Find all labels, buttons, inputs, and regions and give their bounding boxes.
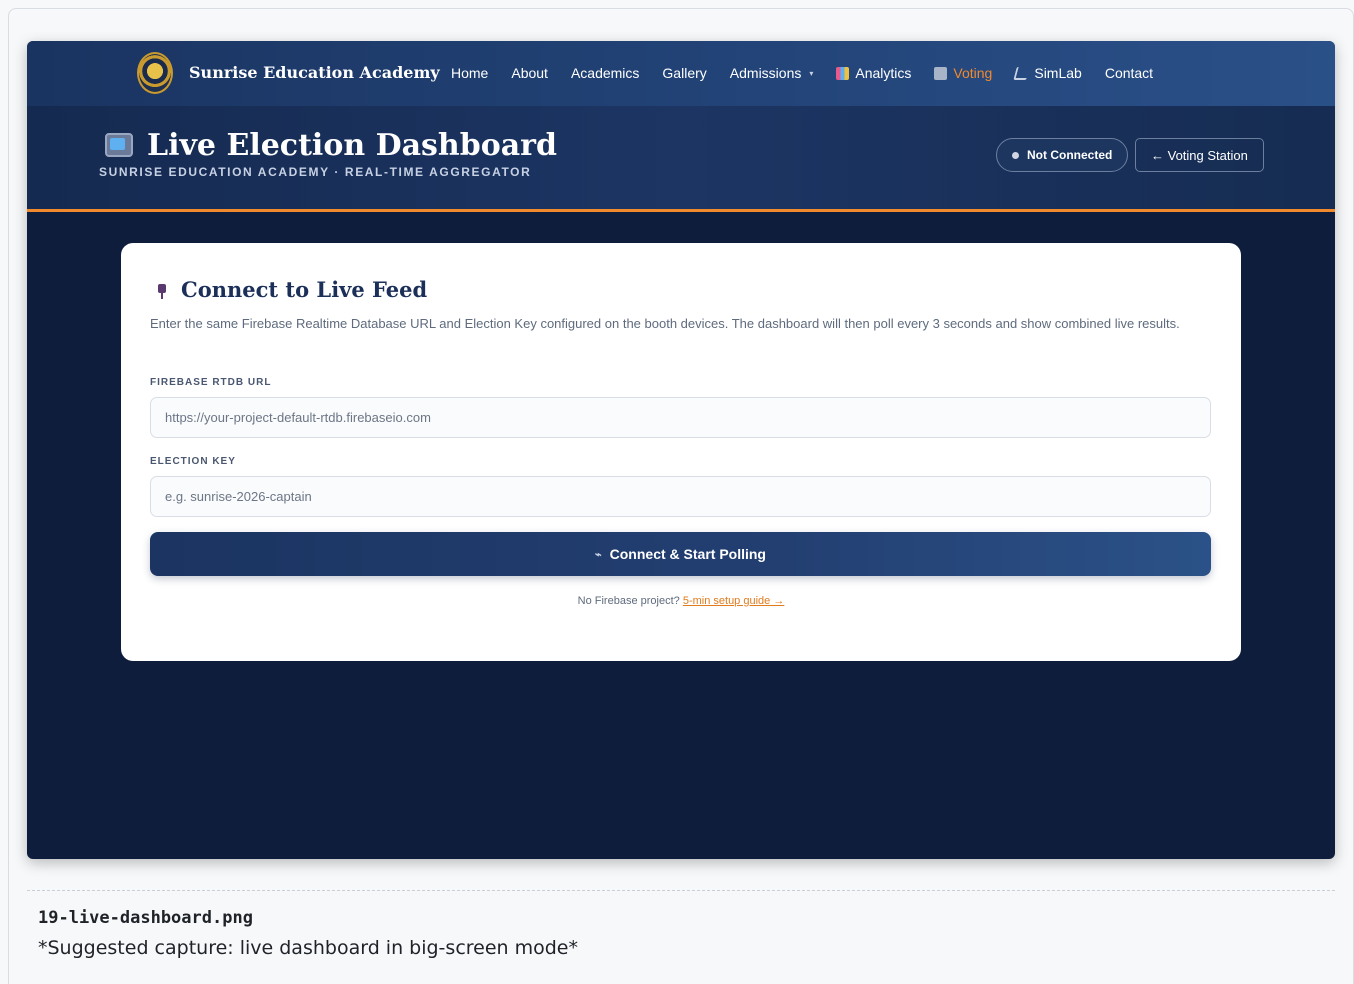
nav-link-about[interactable]: About [511, 65, 548, 81]
status-text: Not Connected [1027, 148, 1113, 162]
firebase-url-label: FIREBASE RTDB URL [150, 377, 272, 388]
nav-link-label: Academics [570, 65, 640, 81]
connect-card: Connect to Live Feed Enter the same Fire… [121, 243, 1241, 661]
nav-link-label: SimLab [1034, 65, 1082, 81]
brand-name[interactable]: Sunrise Education Academy [189, 63, 440, 82]
nav-link-contact[interactable]: Contact [1105, 65, 1153, 81]
nav-link-academics[interactable]: Academics [571, 65, 639, 81]
screenshot-panel: Sunrise Education Academy Home About Aca… [27, 41, 1335, 859]
satellite-icon: ⌁ [595, 548, 602, 561]
nav-link-admissions[interactable]: Admissions ▾ [730, 65, 814, 81]
nav-link-analytics[interactable]: Analytics [836, 65, 911, 81]
image-filename: 19-live-dashboard.png [38, 908, 253, 928]
setup-guide-link[interactable]: 5-min setup guide → [683, 595, 785, 607]
card-title-row: Connect to Live Feed [157, 277, 427, 302]
page-subtitle: SUNRISE EDUCATION ACADEMY · REAL-TIME AG… [99, 165, 532, 179]
connection-status-badge: Not Connected [996, 138, 1129, 172]
nav-link-label: About [511, 65, 548, 81]
nav-link-label: Voting [953, 65, 993, 81]
nav-link-label: Home [451, 65, 489, 81]
election-key-input[interactable] [150, 476, 1211, 517]
page-title: Live Election Dashboard [147, 128, 557, 163]
status-dot-icon [1012, 151, 1019, 159]
firebase-url-input[interactable] [150, 397, 1211, 438]
top-navbar: Sunrise Education Academy Home About Aca… [27, 41, 1335, 106]
card-description: Enter the same Firebase Realtime Databas… [150, 316, 1180, 331]
connect-button[interactable]: ⌁ Connect & Start Polling [150, 532, 1211, 576]
television-icon [105, 133, 133, 157]
voting-station-button[interactable]: ← Voting Station [1135, 138, 1264, 172]
nav-link-home[interactable]: Home [451, 65, 488, 81]
setup-text: No Firebase project? [577, 595, 680, 607]
connect-button-label: Connect & Start Polling [609, 546, 766, 562]
nav-link-simlab[interactable]: SimLab [1013, 65, 1082, 81]
election-key-label: ELECTION KEY [150, 456, 236, 467]
dashboard-header: Live Election Dashboard SUNRISE EDUCATIO… [27, 106, 1335, 212]
bar-chart-icon [836, 66, 850, 80]
nav-link-label: Gallery [662, 65, 707, 81]
chevron-down-icon: ▾ [809, 68, 814, 78]
card-title: Connect to Live Feed [181, 277, 428, 302]
nav-link-label: Analytics [855, 65, 912, 81]
nav-links: Home About Academics Gallery Admissions ▾… [451, 65, 1176, 81]
nav-link-label: Admissions [729, 65, 802, 81]
nav-link-voting[interactable]: Voting [934, 65, 992, 81]
nav-link-gallery[interactable]: Gallery [662, 65, 706, 81]
setup-hint: No Firebase project? 5-min setup guide → [121, 595, 1241, 607]
academy-logo[interactable] [137, 52, 173, 94]
ballot-box-icon [934, 66, 948, 80]
nav-link-label: Contact [1104, 65, 1154, 81]
divider [27, 890, 1335, 891]
plug-icon [157, 281, 167, 299]
image-caption: *Suggested capture: live dashboard in bi… [38, 937, 578, 959]
microscope-icon [1013, 66, 1031, 80]
